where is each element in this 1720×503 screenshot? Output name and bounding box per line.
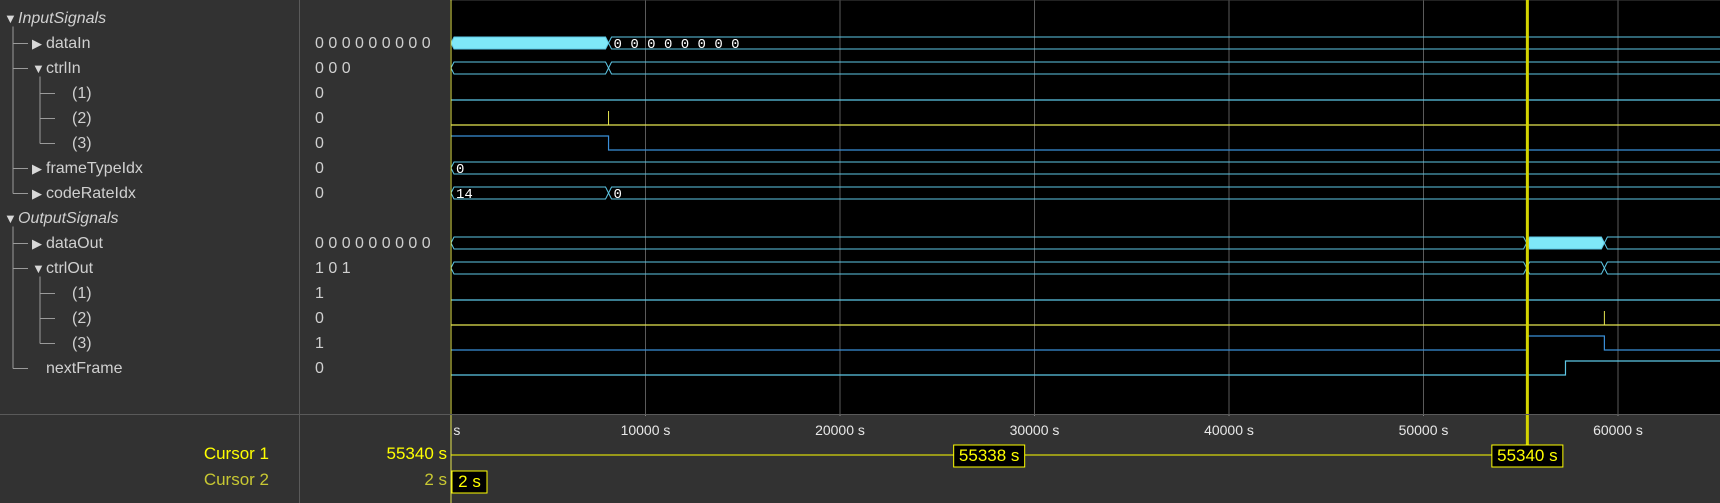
signal-value: 0: [315, 310, 324, 327]
signal-row-bit[interactable]: (3): [72, 331, 92, 356]
cursor2-time-label[interactable]: 2 s: [451, 470, 488, 494]
bus-segment: [450, 161, 1720, 175]
signal-name: ctrlOut: [46, 260, 94, 277]
collapsed-triangle-icon[interactable]: ▶: [32, 181, 46, 206]
expanded-triangle-icon[interactable]: ▼: [4, 6, 18, 31]
signal-values-panel: 0 0 0 0 0 0 0 0 0 0 0 0 0 0 0 0 0 0 0 0 0 0 0 0…: [300, 0, 450, 414]
signal-row-bit[interactable]: (2): [72, 306, 92, 331]
signal-name: ctrlIn: [46, 60, 81, 77]
signal-row-bit[interactable]: (1): [72, 281, 92, 306]
cursor2-label: Cursor 2: [203, 470, 269, 489]
svg-text:55340 s: 55340 s: [1497, 446, 1558, 465]
signal-value: 0 0 0 0 0 0 0 0 0: [315, 35, 431, 52]
signal-row-ctrlout[interactable]: ▼ctrlOut: [32, 256, 93, 281]
svg-text:55338 s: 55338 s: [959, 446, 1020, 465]
signal-name: (3): [72, 335, 92, 352]
bus-segment: [1526, 261, 1605, 275]
signal-value: 1: [315, 285, 324, 302]
signal-name: OutputSignals: [18, 210, 119, 227]
axis-tick-label: 20000 s: [815, 422, 865, 438]
signal-value: 0: [315, 360, 324, 377]
cursor-panel: Cursor 1 Cursor 2 55340 s 2 s 0 s 10000 s…: [0, 414, 1720, 503]
signal-name: InputSignals: [18, 10, 107, 27]
signal-value: 0: [315, 160, 324, 177]
signal-value: 0 0 0: [315, 60, 351, 77]
signal-row-coderateidx[interactable]: ▶ codeRateIdx: [32, 181, 136, 206]
signal-names-panel: ▼InputSignals ▶ dataIn ▼ctrlIn (1) (2) (3) ▶ fra…: [0, 0, 300, 414]
bus-segment: [1603, 236, 1720, 250]
signal-value: 0: [315, 85, 324, 102]
axis-tick-label: 30000 s: [1010, 422, 1060, 438]
collapsed-triangle-icon[interactable]: ▶: [32, 231, 46, 256]
axis-tick-label: 10000 s: [621, 422, 671, 438]
signal-row-inputsignals[interactable]: ▼InputSignals: [4, 6, 106, 31]
signal-name: (1): [72, 285, 92, 302]
svg-text:2 s: 2 s: [458, 472, 481, 491]
signal-value: 0: [315, 135, 324, 152]
signal-name: (3): [72, 135, 92, 152]
signal-row-ctrlin[interactable]: ▼ctrlIn: [32, 56, 81, 81]
bus-segment: [1526, 236, 1605, 250]
signal-name: dataOut: [46, 235, 103, 252]
bus-segment: [607, 186, 1720, 200]
signal-trace: [451, 335, 1720, 351]
signal-name: (1): [72, 85, 92, 102]
axis-tick-label: 50000 s: [1399, 422, 1449, 438]
time-axis[interactable]: 0 s 10000 s 20000 s 30000 s 40000 s 50000 s 60…: [450, 415, 1720, 503]
signal-name: (2): [72, 110, 92, 127]
expanded-triangle-icon[interactable]: ▼: [32, 256, 46, 281]
bus-segment: [450, 186, 610, 200]
signal-name: nextFrame: [46, 360, 123, 377]
bus-value-label: 14: [456, 187, 473, 203]
bus-value-label: 0 0 0 0 0 0 0 0: [614, 37, 740, 53]
bus-segment: [450, 236, 1528, 250]
signal-value: 0: [315, 110, 324, 127]
axis-tick-label: 0 s: [450, 422, 460, 438]
waveform-canvas[interactable]: 0 0 0 0 0 0 0 0 0 14 0: [450, 0, 1720, 414]
signal-name: frameTypeIdx: [46, 160, 143, 177]
axis-tick-label: 40000 s: [1204, 422, 1254, 438]
cursor1-label: Cursor 1: [203, 444, 269, 463]
cursor1-value: 55340 s: [386, 444, 448, 463]
signal-value: 1: [315, 335, 324, 352]
cursor-labels-panel: Cursor 1 Cursor 2: [0, 415, 300, 503]
signal-row-frametypeidx[interactable]: ▶ frameTypeIdx: [32, 156, 143, 181]
signal-row-outputsignals[interactable]: ▼OutputSignals: [4, 206, 119, 231]
signal-row-datain[interactable]: ▶ dataIn: [32, 31, 90, 56]
bus-segment: [1603, 261, 1720, 275]
signal-row-dataout[interactable]: ▶ dataOut: [32, 231, 103, 256]
waveform-panel[interactable]: 0 0 0 0 0 0 0 0 0 14 0: [450, 0, 1720, 414]
expanded-triangle-icon[interactable]: ▼: [4, 206, 18, 231]
cursor2-value: 2 s: [424, 470, 447, 489]
collapsed-triangle-icon[interactable]: ▶: [32, 31, 46, 56]
bus-segment: [450, 61, 610, 75]
signal-name: dataIn: [46, 35, 91, 52]
expanded-triangle-icon[interactable]: ▼: [32, 56, 46, 81]
signal-trace: [451, 360, 1720, 376]
signal-trace: [451, 135, 1720, 151]
collapsed-triangle-icon[interactable]: ▶: [32, 156, 46, 181]
bus-value-label: 0: [456, 162, 464, 178]
signal-value: 0: [315, 185, 324, 202]
bus-segment: [607, 36, 1720, 50]
bus-segment: [607, 61, 1720, 75]
signal-row-bit[interactable]: (2): [72, 106, 92, 131]
signal-row-nextframe[interactable]: nextFrame: [32, 356, 122, 381]
signal-name: (2): [72, 310, 92, 327]
signal-value: 0 0 0 0 0 0 0 0 0: [315, 235, 431, 252]
signal-row-bit[interactable]: (3): [72, 131, 92, 156]
cursor1-line[interactable]: [1525, 0, 1529, 414]
cursor-delta-label[interactable]: 55338 s: [953, 444, 1026, 468]
bus-segment: [450, 261, 1528, 275]
cursor1-time-label[interactable]: 55340 s: [1491, 444, 1564, 468]
signal-value: 1 0 1: [315, 260, 351, 277]
bus-segment: [450, 36, 610, 50]
signal-row-bit[interactable]: (1): [72, 81, 92, 106]
axis-tick-label: 60000 s: [1593, 422, 1643, 438]
bus-value-label: 0: [614, 187, 622, 203]
signal-name: codeRateIdx: [46, 185, 136, 202]
